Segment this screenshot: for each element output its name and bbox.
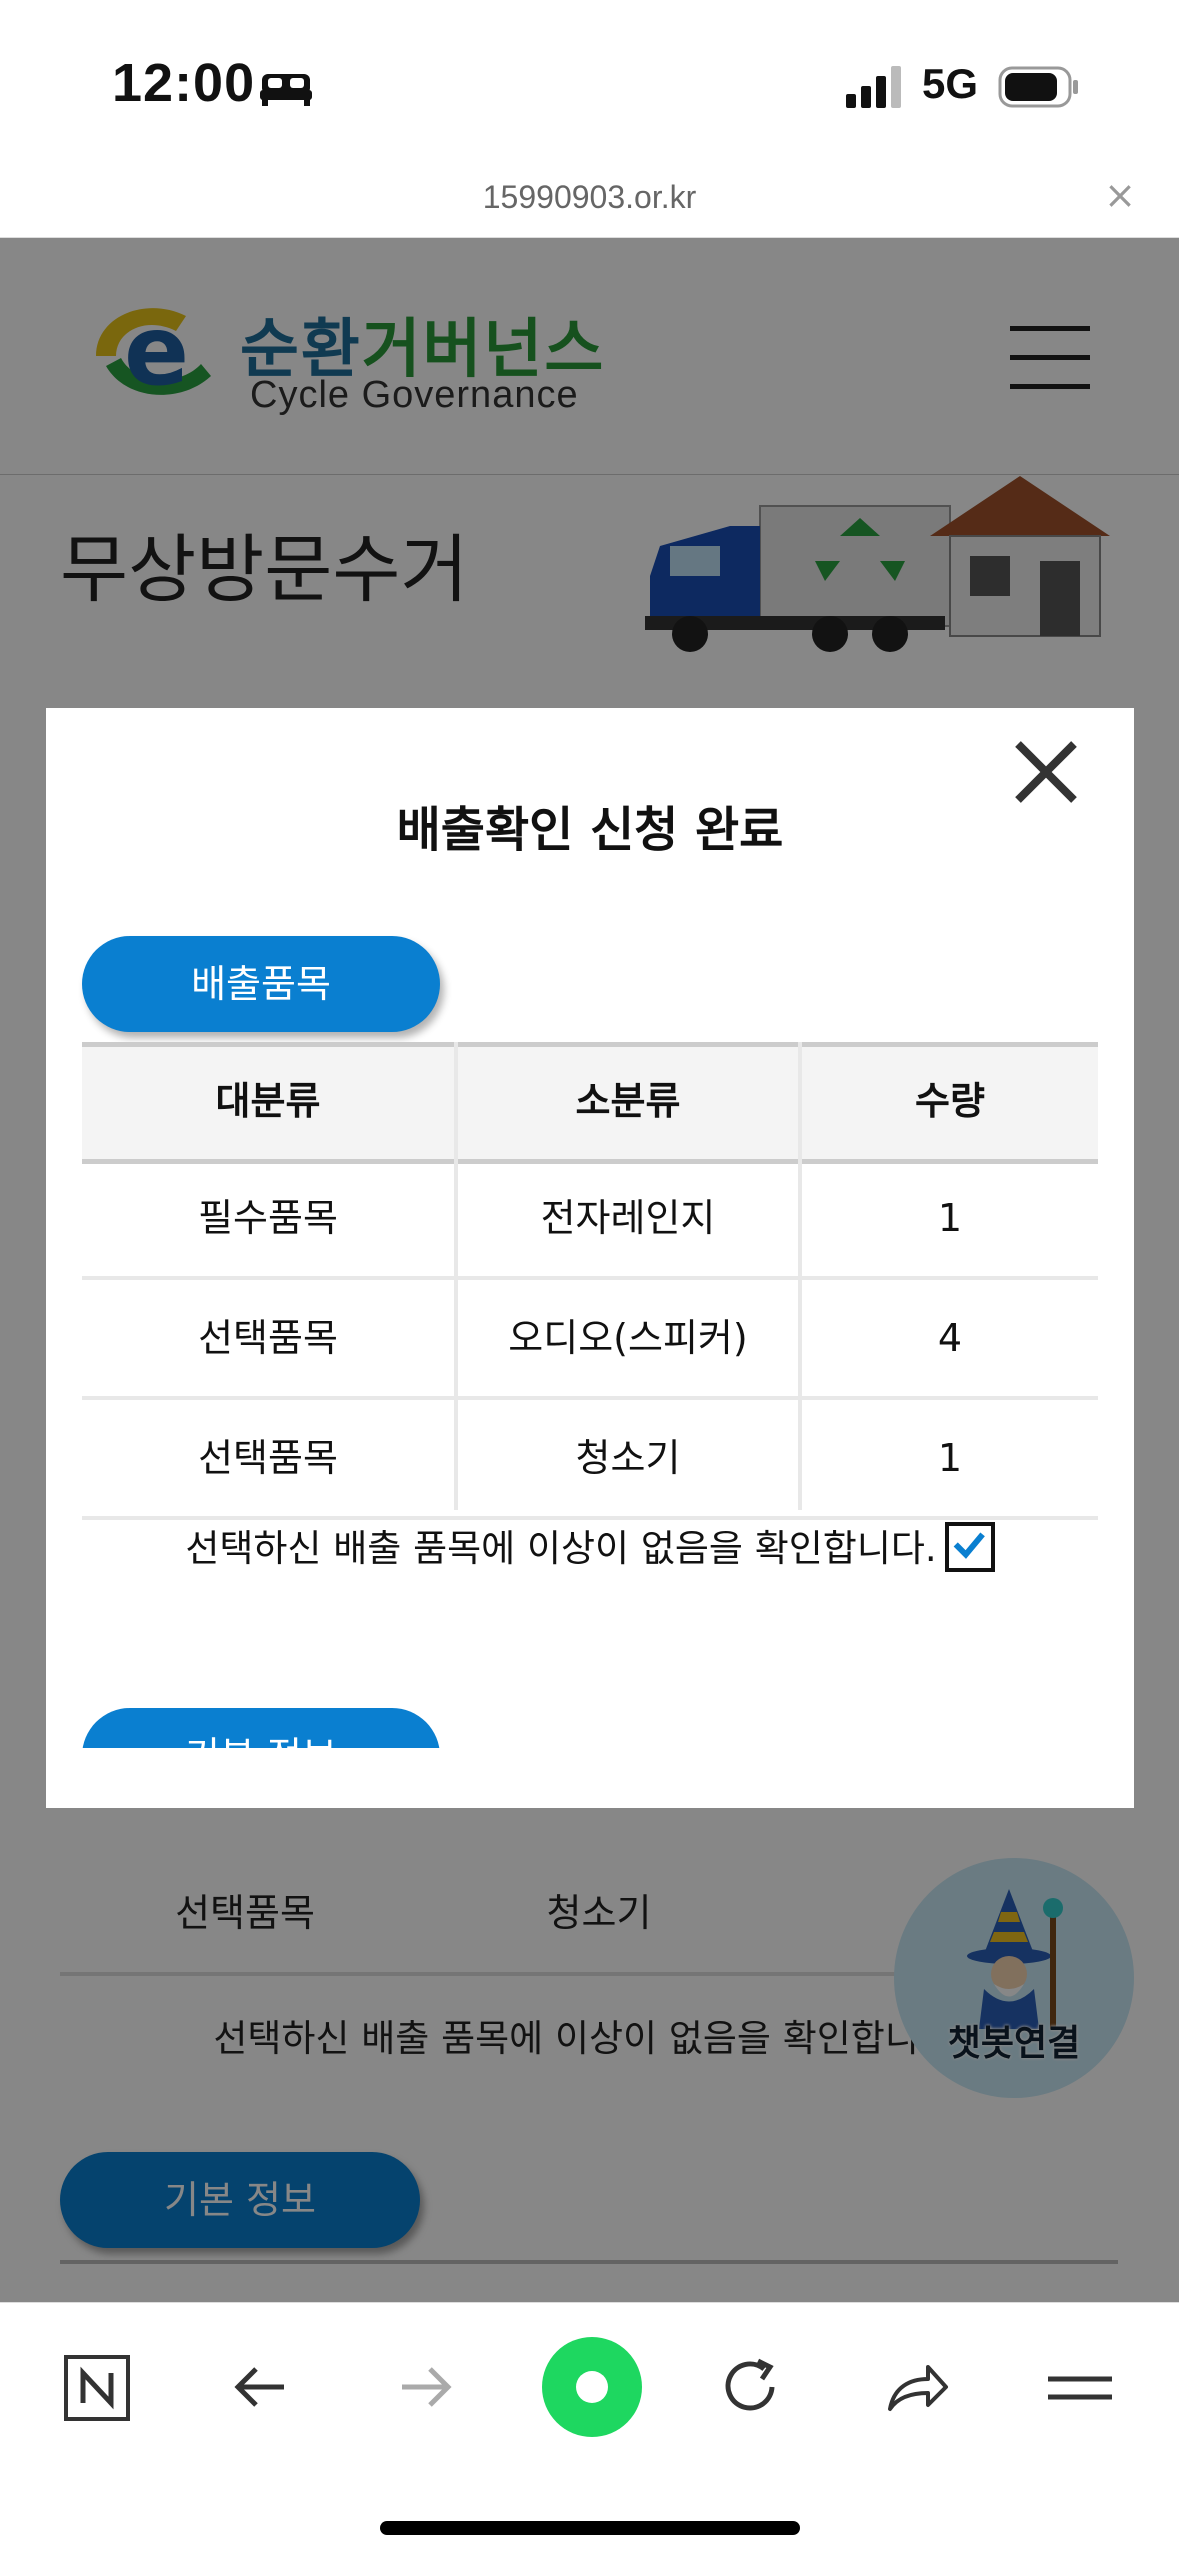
modal-scroll-clip bbox=[46, 1748, 1134, 1808]
home-indicator[interactable] bbox=[380, 2521, 800, 2535]
table-cell: 1 bbox=[937, 1196, 963, 1240]
confirm-text: 선택하신 배출 품목에 이상이 없음을 확인합니다. bbox=[185, 1527, 937, 1570]
sleep-mode-icon bbox=[260, 74, 312, 106]
share-icon[interactable] bbox=[876, 2347, 956, 2427]
column-header: 소분류 bbox=[575, 1079, 681, 1123]
web-page: e 순환거버넌스 Cycle Governance 무상방문수거 선택품목 청소… bbox=[0, 238, 1179, 2302]
reload-icon[interactable] bbox=[712, 2347, 792, 2427]
table-row: 선택품목 청소기 1 bbox=[82, 1400, 1098, 1520]
table-cell: 전자레인지 bbox=[540, 1196, 716, 1240]
confirm-row: 선택하신 배출 품목에 이상이 없음을 확인합니다. bbox=[46, 1518, 1134, 1576]
status-time: 12:00 bbox=[112, 53, 256, 113]
table-cell: 필수품목 bbox=[198, 1196, 338, 1240]
menu-icon[interactable] bbox=[1040, 2347, 1120, 2427]
back-arrow-icon[interactable] bbox=[222, 2347, 302, 2427]
checkmark-icon bbox=[953, 1532, 985, 1559]
naver-home-icon[interactable] bbox=[58, 2347, 138, 2427]
table-cell: 오디오(스피커) bbox=[508, 1316, 748, 1360]
network-type: 5G bbox=[922, 60, 979, 107]
discharge-items-button[interactable]: 배출품목 bbox=[82, 936, 440, 1032]
signal-icon bbox=[846, 66, 901, 108]
green-dot-icon[interactable] bbox=[538, 2333, 646, 2441]
table-row: 선택품목 오디오(스피커) 4 bbox=[82, 1280, 1098, 1400]
forward-arrow-icon[interactable] bbox=[386, 2347, 466, 2427]
url-bar[interactable]: 15990903.or.kr × bbox=[0, 175, 1179, 238]
close-icon[interactable]: × bbox=[1100, 175, 1140, 215]
table-cell: 선택품목 bbox=[198, 1436, 338, 1480]
submission-complete-modal: 배출확인 신청 완료 배출품목 대분류 소분류 수량 필수품목 전자레인지 1 … bbox=[46, 708, 1134, 1808]
column-header: 대분류 bbox=[215, 1079, 321, 1123]
battery-icon bbox=[998, 66, 1078, 108]
table-row: 필수품목 전자레인지 1 bbox=[82, 1160, 1098, 1280]
table-cell: 청소기 bbox=[575, 1436, 681, 1480]
confirm-checkbox[interactable] bbox=[944, 1521, 995, 1572]
table-header: 대분류 소분류 수량 bbox=[82, 1042, 1098, 1164]
modal-title: 배출확인 신청 완료 bbox=[396, 802, 784, 858]
table-cell: 4 bbox=[937, 1316, 963, 1360]
url-text: 15990903.or.kr bbox=[482, 179, 697, 215]
browser-toolbar bbox=[0, 2302, 1179, 2557]
column-header: 수량 bbox=[915, 1079, 985, 1123]
status-bar: 12:00 5G bbox=[0, 0, 1179, 175]
table-cell: 1 bbox=[937, 1436, 963, 1480]
table-cell: 선택품목 bbox=[198, 1316, 338, 1360]
